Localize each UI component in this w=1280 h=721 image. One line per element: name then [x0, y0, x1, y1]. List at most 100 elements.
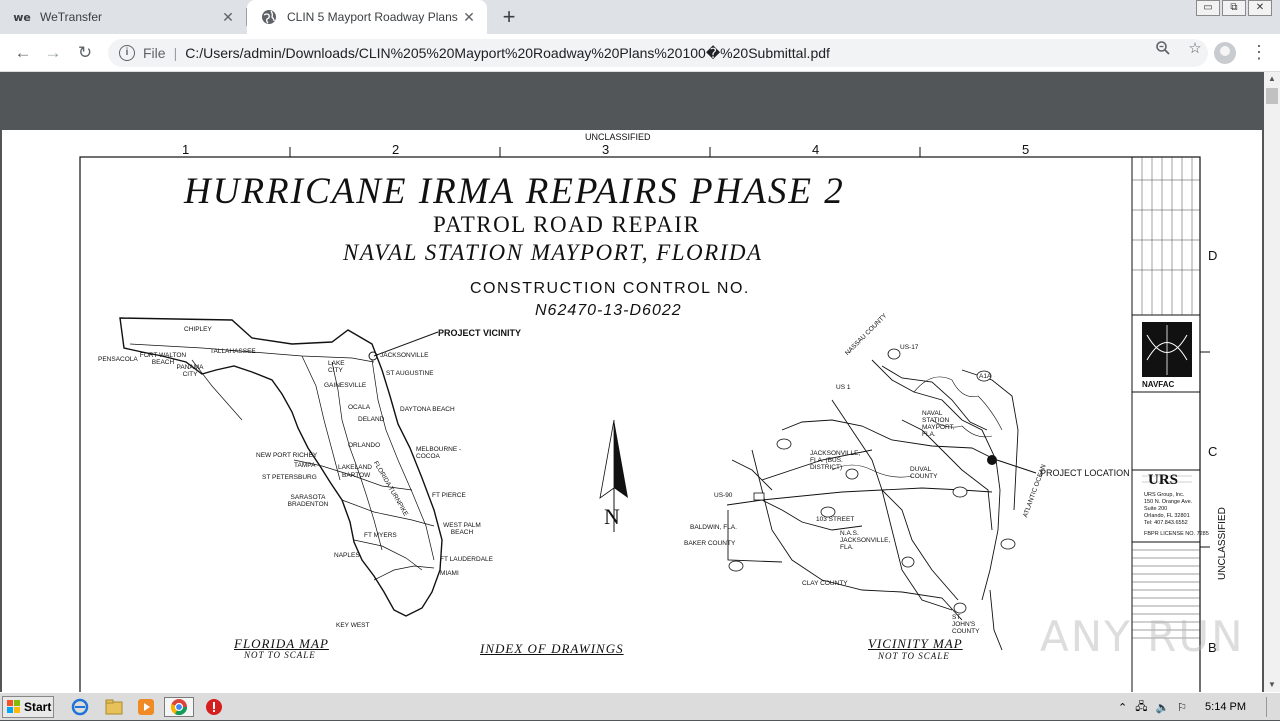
show-desktop-icon[interactable]	[1266, 697, 1276, 717]
grid-row-c: C	[1208, 444, 1218, 459]
vicinity-label: US 1	[836, 384, 851, 391]
pdf-page: UNCLASSIFIED 1 2 3 4 5 D C B HURRICANE I…	[2, 130, 1262, 692]
info-icon[interactable]: i	[119, 45, 135, 61]
ie-icon[interactable]	[68, 697, 92, 717]
map-city-label: MELBOURNE - COCOA	[416, 446, 462, 460]
grid-column-2: 2	[392, 142, 400, 157]
start-button[interactable]: Start	[2, 696, 54, 718]
reload-button[interactable]: ↻	[72, 41, 98, 65]
tab-pdf[interactable]: CLIN 5 Mayport Roadway Plans 100· ✕	[247, 0, 487, 34]
vicinity-label: A1A	[979, 373, 992, 380]
vicinity-label: US-17	[900, 344, 919, 351]
map-city-label: ST AUGUSTINE	[386, 370, 434, 377]
map-city-label: KEY WEST	[336, 622, 370, 629]
firm-address-1: 150 N. Orange Ave.	[1144, 499, 1193, 505]
grid-column-3: 3	[602, 142, 610, 157]
pdf-viewer[interactable]: UNCLASSIFIED 1 2 3 4 5 D C B HURRICANE I…	[0, 72, 1264, 692]
index-of-drawings-link[interactable]: INDEX OF DRAWINGS	[480, 641, 624, 657]
tab-wetransfer[interactable]: we WeTransfer ✕	[0, 0, 246, 34]
address-actions: ☆	[1140, 39, 1204, 57]
firm-license: FBPR LICENSE NO. 7285	[1144, 531, 1209, 537]
reload-icon: ↻	[77, 43, 93, 62]
address-bar[interactable]: i File | C:/Users/admin/Downloads/CLIN%2…	[108, 39, 1208, 67]
chrome-icon[interactable]	[164, 697, 194, 717]
globe-icon	[261, 9, 277, 25]
vicinity-label: NAVAL STATION MAYPORT, FLA.	[922, 410, 955, 438]
florida-map-scale: NOT TO SCALE	[244, 650, 316, 660]
map-city-label: FT MYERS	[364, 532, 397, 539]
start-label: Start	[24, 700, 52, 714]
firm-address-2: Suite 200	[1144, 506, 1168, 512]
network-icon[interactable]: 🖧	[1135, 698, 1147, 717]
map-city-label: ST PETERSBURG	[262, 474, 317, 481]
tab-strip: we WeTransfer ✕ CLIN 5 Mayport Roadway P…	[0, 0, 1280, 34]
drawing-subtitle-1: PATROL ROAD REPAIR	[433, 212, 701, 237]
clock[interactable]: 5:14 PM	[1205, 701, 1246, 713]
map-city-label: JACKSONVILLE	[380, 352, 429, 359]
map-city-label: DAYTONA BEACH	[400, 406, 455, 413]
map-city-label: ORLANDO	[348, 442, 381, 449]
map-city-label: LAKELAND	[338, 464, 372, 471]
classification-side: UNCLASSIFIED	[1217, 507, 1228, 580]
forward-button[interactable]: →	[40, 41, 66, 65]
flag-icon[interactable]: ⚐	[1177, 701, 1187, 714]
url-scheme: File	[143, 45, 166, 61]
url-text[interactable]: C:/Users/admin/Downloads/CLIN%205%20Mayp…	[185, 45, 830, 62]
tab-title: WeTransfer	[40, 10, 103, 24]
system-tray: ⌃ 🖧 🔈 ⚐ 5:14 PM	[1110, 693, 1280, 721]
grid-column-5: 5	[1022, 142, 1030, 157]
close-window-button[interactable]: ✕	[1248, 0, 1272, 16]
new-tab-button[interactable]: +	[498, 6, 520, 29]
back-button[interactable]: ←	[10, 41, 36, 65]
explorer-icon[interactable]	[102, 697, 126, 717]
vicinity-label: US-90	[714, 492, 733, 499]
control-number: N62470-13-D6022	[535, 302, 682, 319]
map-city-label: BARTOW	[342, 472, 371, 479]
vicinity-label: BAKER COUNTY	[684, 540, 736, 547]
restore-button[interactable]: ⧉	[1222, 0, 1246, 16]
drawing-subtitle-2: NAVAL STATION MAYPORT, FLORIDA	[343, 240, 763, 265]
map-city-label: NEW PORT RICHEY	[256, 452, 318, 459]
map-city-label: FT PIERCE	[432, 492, 466, 499]
menu-dots-icon[interactable]: ⋮	[1250, 42, 1268, 64]
wetransfer-logo-text: we	[13, 10, 31, 24]
close-tab-icon[interactable]: ✕	[218, 7, 238, 27]
tab-title: CLIN 5 Mayport Roadway Plans 100·	[287, 10, 459, 24]
map-city-label: TAMPA	[294, 462, 316, 469]
minimize-button[interactable]: ▭	[1196, 0, 1220, 16]
firm-address: URS Group, Inc. 150 N. Orange Ave. Suite…	[1144, 492, 1209, 538]
firm-city: Orlando, FL 32801	[1144, 513, 1190, 519]
map-city-label: MIAMI	[440, 570, 459, 577]
map-city-label: OCALA	[348, 404, 371, 411]
close-tab-icon[interactable]: ✕	[459, 7, 479, 27]
map-city-label: NAPLES	[334, 552, 360, 559]
control-label: CONSTRUCTION CONTROL NO.	[470, 280, 750, 297]
tray-expand-icon[interactable]: ⌃	[1118, 701, 1127, 714]
map-city-label: LAKE CITY	[328, 360, 345, 374]
map-city-label: WEST PALM BEACH	[443, 522, 481, 536]
grid-row-d: D	[1208, 248, 1218, 263]
volume-icon[interactable]: 🔈	[1155, 701, 1169, 714]
security-icon[interactable]	[202, 697, 226, 717]
arrow-left-icon: ←	[14, 43, 32, 62]
firm-phone: Tel: 407.843.6552	[1144, 520, 1188, 526]
vicinity-map-caption: VICINITY MAP	[868, 636, 963, 651]
browser-toolbar: ← → ↻ i File | C:/Users/admin/Downloads/…	[0, 34, 1280, 72]
drawing-title: HURRICANE IRMA REPAIRS PHASE 2	[184, 171, 845, 212]
profile-avatar[interactable]	[1214, 42, 1236, 64]
anyrun-watermark: ANY RUN	[1040, 612, 1245, 661]
vicinity-label: CLAY COUNTY	[802, 580, 848, 587]
vicinity-label: ST. JOHN'S COUNTY	[952, 614, 980, 635]
navfac-logo-text: NAVFAC	[1142, 380, 1175, 389]
zoom-icon[interactable]	[1154, 39, 1172, 57]
media-player-icon[interactable]	[134, 697, 158, 717]
map-city-label: PENSACOLA	[98, 356, 138, 363]
vertical-scrollbar[interactable]: ▲ ▼	[1264, 72, 1280, 692]
firm-name: URS Group, Inc.	[1144, 492, 1185, 498]
scroll-thumb[interactable]	[1266, 88, 1278, 104]
map-city-label: DELAND	[358, 416, 385, 423]
url-separator: |	[173, 45, 178, 61]
scroll-up-icon[interactable]: ▲	[1264, 72, 1280, 86]
bookmark-star-icon[interactable]: ☆	[1186, 39, 1204, 57]
scroll-down-icon[interactable]: ▼	[1264, 678, 1280, 692]
